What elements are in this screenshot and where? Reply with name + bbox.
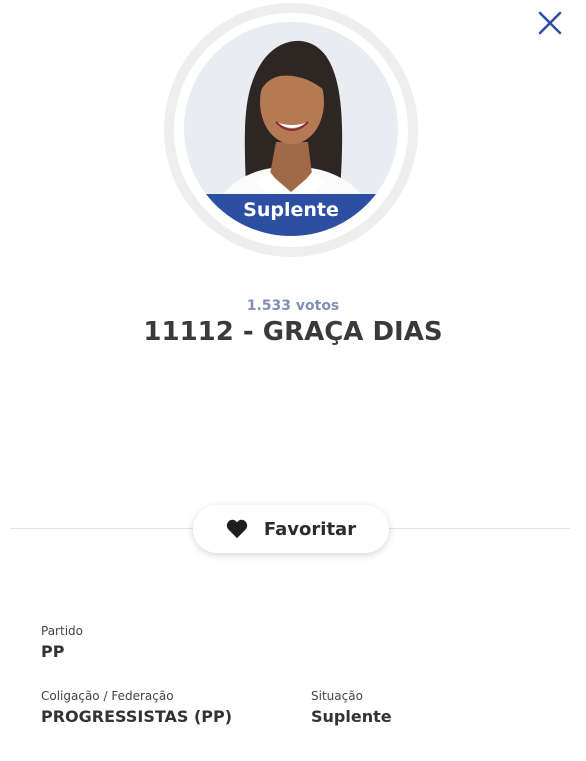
status-badge: Suplente bbox=[184, 194, 398, 236]
situation-value: Suplente bbox=[311, 707, 392, 726]
candidate-name: 11112 - GRAÇA DIAS bbox=[143, 317, 443, 347]
coalition-label: Coligação / Federação bbox=[41, 689, 174, 703]
party-label: Partido bbox=[41, 624, 83, 638]
situation-label: Situação bbox=[311, 689, 363, 703]
close-icon bbox=[538, 11, 562, 35]
close-button[interactable] bbox=[535, 8, 565, 38]
heart-icon bbox=[226, 519, 248, 539]
favorite-button[interactable]: Favoritar bbox=[193, 505, 389, 553]
party-value: PP bbox=[41, 642, 65, 661]
favorite-label: Favoritar bbox=[263, 518, 357, 540]
candidate-detail-panel: Suplente 1.533 votos 11112 - GRAÇA DIAS … bbox=[0, 0, 586, 761]
candidate-photo: Suplente bbox=[184, 22, 398, 236]
coalition-value: PROGRESSISTAS (PP) bbox=[41, 707, 233, 726]
vote-count: 1.533 votos bbox=[246, 298, 340, 314]
